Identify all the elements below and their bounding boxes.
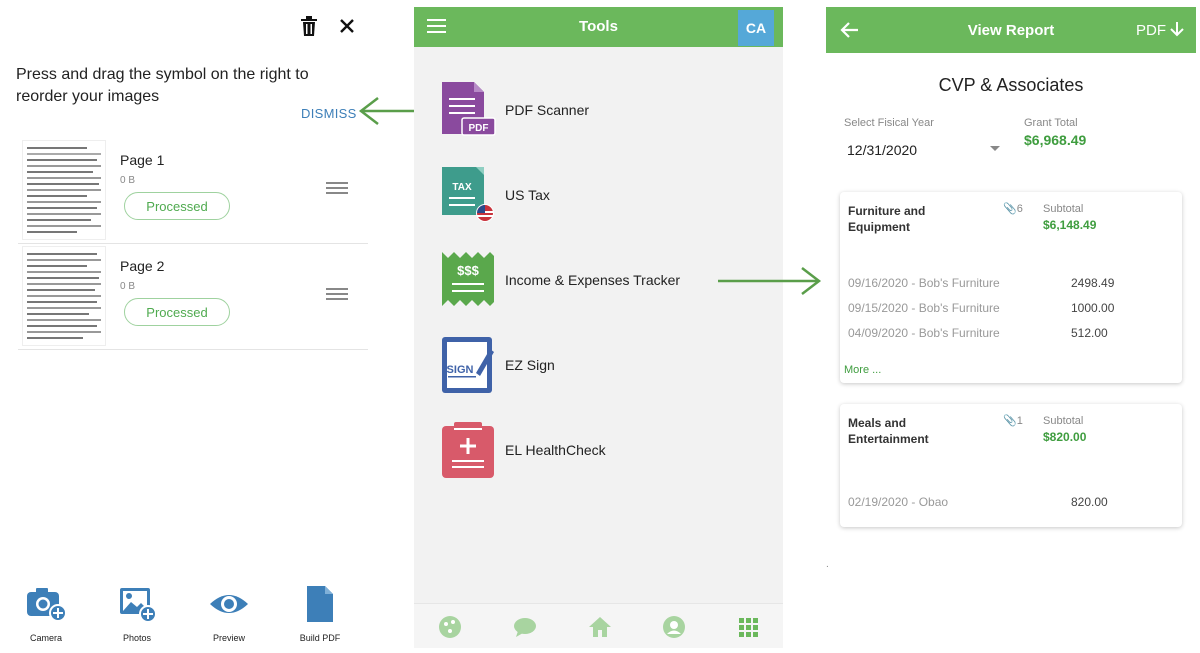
- trash-icon[interactable]: [297, 14, 321, 38]
- home-icon[interactable]: [588, 615, 612, 639]
- expense-category-card[interactable]: Furniture and Equipment 📎6 Subtotal $6,14…: [840, 192, 1182, 383]
- paperclip-icon: 📎: [1003, 203, 1017, 215]
- paperclip-icon: 📎: [1003, 415, 1017, 427]
- page-size: 0 B: [120, 281, 136, 292]
- page-size: 0 B: [120, 175, 136, 186]
- attachment-count: 📎6: [1003, 203, 1023, 215]
- fiscal-year-label: Select Fisical Year: [844, 117, 934, 129]
- grand-total-value: $6,968.49: [1024, 132, 1087, 148]
- subtotal-label: Subtotal: [1043, 203, 1084, 215]
- expense-row[interactable]: 09/15/2020 - Bob's Furniture 1000.00: [848, 301, 1168, 315]
- preview-button[interactable]: Preview: [194, 582, 264, 643]
- tool-label: PDF Scanner: [505, 102, 590, 118]
- sign-tablet-icon: SIGN: [442, 337, 494, 393]
- grand-total-label: Grant Total: [1024, 117, 1078, 129]
- close-icon[interactable]: [335, 14, 359, 38]
- eye-icon: [210, 595, 248, 613]
- photos-label: Photos: [122, 633, 152, 643]
- camera-add-icon: [27, 588, 67, 622]
- bottom-navigation: [414, 603, 783, 648]
- more-link[interactable]: More ...: [844, 364, 881, 376]
- page-title: Page 2: [120, 258, 165, 274]
- svg-text:$$$: $$$: [457, 263, 479, 278]
- category-name: Meals and Entertainment: [848, 416, 929, 446]
- fiscal-year-select[interactable]: 12/31/2020: [847, 142, 917, 158]
- tool-label: Income & Expenses Tracker: [505, 272, 681, 288]
- photos-button[interactable]: Photos: [102, 582, 172, 643]
- receipt-icon: $$$: [442, 252, 494, 306]
- build-pdf-label: Build PDF: [299, 633, 341, 643]
- subtotal-value: $6,148.49: [1043, 218, 1097, 232]
- attachment-count: 📎1: [1003, 415, 1023, 427]
- svg-text:PDF: PDF: [469, 123, 489, 134]
- company-name: CVP & Associates: [938, 75, 1084, 95]
- svg-text:SIGN: SIGN: [447, 364, 474, 376]
- category-name: Furniture and Equipment: [848, 204, 926, 234]
- page-thumbnail: [22, 140, 106, 240]
- profile-icon[interactable]: [662, 615, 686, 639]
- expense-category-card[interactable]: Meals and Entertainment 📎1 Subtotal $820.…: [840, 404, 1182, 527]
- report-header: View Report PDF: [826, 7, 1196, 53]
- health-clipboard-icon: [442, 422, 494, 478]
- dismiss-button[interactable]: DISMISS: [301, 106, 357, 121]
- tax-doc-icon: TAX: [442, 167, 494, 222]
- tools-header: Tools CA: [414, 7, 783, 47]
- document-icon: [307, 586, 333, 622]
- grid-icon[interactable]: [736, 615, 760, 639]
- page-row[interactable]: Page 2 0 B Processed: [18, 244, 368, 350]
- view-report-screen: View Report PDF CVP & Associates Select …: [826, 7, 1196, 653]
- avatar[interactable]: CA: [738, 10, 774, 46]
- tool-el-healthcheck[interactable]: EL HealthCheck: [440, 420, 770, 480]
- camera-button[interactable]: Camera: [11, 582, 81, 643]
- preview-label: Preview: [212, 633, 245, 643]
- right-arrow-icon: [718, 267, 822, 295]
- pdf-scanner-icon: PDF: [442, 82, 496, 136]
- tool-label: US Tax: [505, 187, 550, 203]
- photo-add-icon: [120, 588, 157, 623]
- page-row[interactable]: Page 1 0 B Processed: [18, 138, 368, 244]
- tool-us-tax[interactable]: TAX US Tax: [440, 165, 770, 225]
- pdf-download-button[interactable]: PDF: [1136, 21, 1184, 39]
- tool-ez-sign[interactable]: SIGN EZ Sign: [440, 335, 770, 395]
- palette-icon[interactable]: [438, 615, 462, 639]
- page-thumbnail: [22, 246, 106, 346]
- tool-label: EZ Sign: [505, 357, 555, 373]
- footnote-dot: .: [826, 559, 829, 570]
- download-arrow-icon: [1170, 22, 1184, 37]
- subtotal-label: Subtotal: [1043, 415, 1084, 427]
- page-title: Page 1: [120, 152, 165, 168]
- status-badge: Processed: [124, 298, 230, 326]
- reorder-instructions: Press and drag the symbol on the right t…: [16, 66, 309, 105]
- chevron-down-icon[interactable]: [990, 146, 1000, 151]
- bottom-toolbar: Camera Photos Preview Build PDF: [0, 582, 370, 653]
- expense-row[interactable]: 02/19/2020 - Obao 820.00: [848, 495, 1168, 509]
- build-pdf-button[interactable]: Build PDF: [285, 582, 355, 643]
- page-title: Tools: [579, 18, 618, 35]
- expense-row[interactable]: 04/09/2020 - Bob's Furniture 512.00: [848, 326, 1168, 340]
- expense-row[interactable]: 09/16/2020 - Bob's Furniture 2498.49: [848, 276, 1168, 290]
- tool-label: EL HealthCheck: [505, 442, 606, 458]
- pdf-label: PDF: [1136, 22, 1166, 39]
- tool-pdf-scanner[interactable]: PDF PDF Scanner: [440, 80, 770, 140]
- svg-text:TAX: TAX: [452, 182, 472, 193]
- chat-icon[interactable]: [513, 615, 537, 639]
- drag-handle-icon[interactable]: [326, 288, 348, 302]
- camera-label: Camera: [29, 633, 62, 643]
- drag-handle-icon[interactable]: [326, 182, 348, 196]
- status-badge: Processed: [124, 192, 230, 220]
- subtotal-value: $820.00: [1043, 430, 1087, 444]
- tools-screen: Tools CA PDF PDF Scanner TAX US Tax $$$ …: [414, 7, 783, 648]
- reorder-images-screen: Press and drag the symbol on the right t…: [0, 0, 370, 653]
